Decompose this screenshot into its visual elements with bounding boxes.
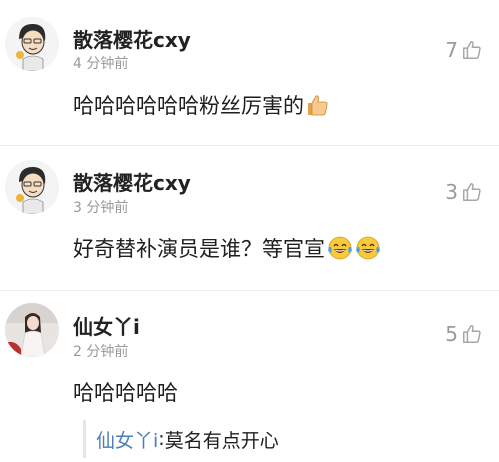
timestamp: 2 分钟前 bbox=[73, 344, 129, 360]
thumbs-up-outline-icon bbox=[461, 39, 483, 61]
comment-text-body: 好奇替补演员是谁？等官宣 bbox=[73, 237, 325, 261]
like-count: 3 bbox=[445, 180, 458, 204]
avatar[interactable] bbox=[5, 160, 59, 214]
like-button[interactable]: 3 bbox=[445, 180, 483, 204]
like-count: 7 bbox=[445, 38, 458, 62]
comment-text: 好奇替补演员是谁？等官宣 bbox=[73, 233, 381, 263]
comment-text-body: 哈哈哈哈哈哈粉丝厉害的 bbox=[73, 94, 304, 118]
username[interactable]: 散落樱花cxy bbox=[73, 167, 191, 196]
thumbs-up-outline-icon bbox=[461, 181, 483, 203]
avatar[interactable] bbox=[5, 303, 59, 357]
comment-text: 哈哈哈哈哈 bbox=[73, 377, 178, 407]
timestamp: 3 分钟前 bbox=[73, 200, 129, 216]
like-button[interactable]: 5 bbox=[445, 322, 483, 346]
reply-text: 莫名有点开心 bbox=[164, 429, 279, 452]
divider bbox=[0, 145, 499, 146]
reply-preview[interactable]: 仙女丫i : 莫名有点开心 bbox=[83, 420, 279, 458]
avatar[interactable] bbox=[5, 17, 59, 71]
like-button[interactable]: 7 bbox=[445, 38, 483, 62]
comment-text-body: 哈哈哈哈哈 bbox=[73, 381, 178, 405]
reply-username[interactable]: 仙女丫i bbox=[96, 426, 158, 453]
divider bbox=[0, 290, 499, 291]
timestamp: 4 分钟前 bbox=[73, 56, 129, 72]
username[interactable]: 仙女丫i bbox=[73, 311, 140, 340]
thumbs-up-emoji-icon bbox=[306, 93, 330, 117]
like-count: 5 bbox=[445, 322, 458, 346]
username[interactable]: 散落樱花cxy bbox=[73, 24, 191, 53]
comment-text: 哈哈哈哈哈哈粉丝厉害的 bbox=[73, 90, 330, 120]
tears-of-joy-emoji-icon bbox=[327, 235, 353, 261]
thumbs-up-outline-icon bbox=[461, 323, 483, 345]
tears-of-joy-emoji-icon bbox=[355, 235, 381, 261]
